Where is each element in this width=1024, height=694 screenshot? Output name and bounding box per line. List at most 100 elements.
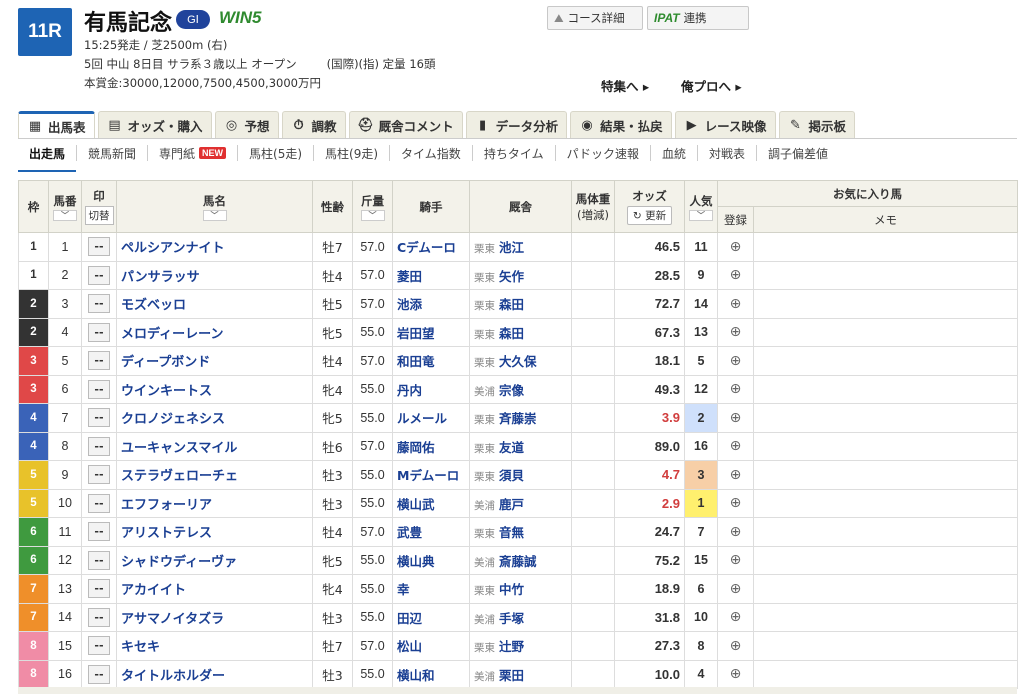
mark-select[interactable]: -- [88, 265, 110, 285]
trainer-link[interactable]: 大久保 [499, 354, 537, 369]
mark-select[interactable]: -- [88, 664, 110, 684]
add-favorite-icon[interactable]: ⊕ [730, 239, 742, 255]
mark-select[interactable]: -- [88, 579, 110, 599]
memo-cell[interactable] [753, 631, 1018, 661]
mark-select[interactable]: -- [88, 607, 110, 627]
mark-select[interactable]: -- [88, 379, 110, 399]
mark-select[interactable]: -- [88, 522, 110, 542]
subtab-best-time[interactable]: 持ちタイム [473, 145, 556, 161]
mark-select[interactable]: -- [88, 294, 110, 314]
trainer-link[interactable]: 辻野 [499, 639, 524, 654]
trainer-link[interactable]: 須貝 [499, 468, 524, 483]
header-pop[interactable]: 人気 ﹀ [684, 180, 718, 233]
memo-cell[interactable] [753, 517, 1018, 547]
memo-cell[interactable] [753, 289, 1018, 319]
mark-select[interactable]: -- [88, 408, 110, 428]
header-weight[interactable]: 斤量 ﹀ [352, 180, 393, 233]
add-favorite-icon[interactable]: ⊕ [730, 552, 742, 568]
memo-cell[interactable] [753, 374, 1018, 404]
subtab-paddock[interactable]: パドック速報 [556, 145, 651, 161]
memo-cell[interactable] [753, 488, 1018, 518]
add-favorite-icon[interactable]: ⊕ [730, 638, 742, 654]
course-detail-button[interactable]: ⛰ コース詳細 [547, 6, 643, 30]
memo-cell[interactable] [753, 403, 1018, 433]
trainer-link[interactable]: 手塚 [499, 611, 524, 626]
horse-name-link[interactable]: シャドウディーヴァ [121, 555, 237, 570]
trainer-link[interactable]: 中竹 [499, 582, 524, 597]
memo-cell[interactable] [753, 317, 1018, 347]
jockey-link[interactable]: 菱田 [397, 269, 422, 284]
trainer-link[interactable]: 斎藤誠 [499, 554, 537, 569]
tab-4[interactable]: ⛑ 厩舎コメント [348, 111, 463, 138]
jockey-link[interactable]: 藤岡佑 [397, 440, 435, 455]
add-favorite-icon[interactable]: ⊕ [730, 609, 742, 625]
subtab-entries[interactable]: 出走馬 [18, 145, 78, 161]
trainer-link[interactable]: 森田 [499, 297, 524, 312]
jockey-link[interactable]: ルメール [397, 411, 447, 426]
horse-name-link[interactable]: パンサラッサ [121, 270, 200, 285]
sort-pop-icon[interactable]: ﹀ [689, 209, 713, 221]
jockey-link[interactable]: 丹内 [397, 383, 422, 398]
ipat-link-button[interactable]: IPAT 連携 [647, 6, 749, 30]
subtab-past5[interactable]: 馬柱(5走) [238, 145, 315, 161]
mark-select[interactable]: -- [88, 322, 110, 342]
tab-8[interactable]: ✎ 掲示板 [778, 111, 856, 138]
horse-name-link[interactable]: ユーキャンスマイル [121, 441, 237, 456]
horse-name-link[interactable]: メロディーレーン [121, 327, 223, 342]
mark-select[interactable]: -- [88, 636, 110, 656]
memo-cell[interactable] [753, 232, 1018, 262]
jockey-link[interactable]: 岩田望 [397, 326, 435, 341]
memo-cell[interactable] [753, 545, 1018, 575]
add-favorite-icon[interactable]: ⊕ [730, 467, 742, 483]
tab-0[interactable]: ▦ 出馬表 [18, 111, 95, 138]
add-favorite-icon[interactable]: ⊕ [730, 524, 742, 540]
trainer-link[interactable]: 森田 [499, 326, 524, 341]
add-favorite-icon[interactable]: ⊕ [730, 438, 742, 454]
mark-select[interactable]: -- [88, 237, 110, 257]
tab-2[interactable]: ◎ 予想 [214, 111, 279, 138]
mark-select[interactable]: -- [88, 493, 110, 513]
subtab-pedigree[interactable]: 血統 [651, 145, 698, 161]
add-favorite-icon[interactable]: ⊕ [730, 666, 742, 682]
trainer-link[interactable]: 栗田 [499, 668, 524, 683]
header-umaban[interactable]: 馬番 ﹀ [48, 180, 82, 233]
trainer-link[interactable]: 友道 [499, 440, 524, 455]
add-favorite-icon[interactable]: ⊕ [730, 353, 742, 369]
jockey-link[interactable]: Cデムーロ [397, 240, 456, 255]
memo-cell[interactable] [753, 346, 1018, 376]
subtab-past9[interactable]: 馬柱(9走) [314, 145, 391, 161]
trainer-link[interactable]: 音無 [499, 525, 524, 540]
special-feature-link[interactable]: 特集へ ▸ [601, 76, 649, 95]
horse-name-link[interactable]: クロノジェネシス [121, 412, 225, 427]
trainer-link[interactable]: 鹿戸 [499, 497, 524, 512]
memo-cell[interactable] [753, 260, 1018, 290]
add-favorite-icon[interactable]: ⊕ [730, 495, 742, 511]
add-favorite-icon[interactable]: ⊕ [730, 324, 742, 340]
tab-7[interactable]: ▶ レース映像 [674, 111, 776, 138]
add-favorite-icon[interactable]: ⊕ [730, 381, 742, 397]
subtab-form-index[interactable]: 調子偏差値 [757, 145, 839, 161]
odds-refresh-button[interactable]: ↻ 更新 [626, 206, 673, 225]
subtab-matchup[interactable]: 対戦表 [698, 145, 757, 161]
mark-select[interactable]: -- [88, 550, 110, 570]
trainer-link[interactable]: 宗像 [499, 383, 524, 398]
tab-3[interactable]: ⏱ 調教 [281, 111, 346, 138]
mark-select[interactable]: -- [88, 465, 110, 485]
memo-cell[interactable] [753, 574, 1018, 604]
tab-6[interactable]: ◉ 結果・払戻 [570, 111, 672, 138]
jockey-link[interactable]: 横山和 [397, 668, 435, 683]
add-favorite-icon[interactable]: ⊕ [730, 267, 742, 283]
horse-name-link[interactable]: モズベッロ [121, 298, 186, 313]
add-favorite-icon[interactable]: ⊕ [730, 296, 742, 312]
sort-umaban-icon[interactable]: ﹀ [53, 209, 77, 221]
horse-name-link[interactable]: ディープボンド [121, 355, 210, 370]
horse-name-link[interactable]: キセキ [121, 640, 160, 655]
subtab-newspaper[interactable]: 競馬新聞 [77, 145, 149, 161]
jockey-link[interactable]: 池添 [397, 297, 422, 312]
mark-select[interactable]: -- [88, 351, 110, 371]
jockey-link[interactable]: 松山 [397, 639, 422, 654]
trainer-link[interactable]: 池江 [499, 240, 524, 255]
jockey-link[interactable]: 武豊 [397, 525, 422, 540]
jockey-link[interactable]: 幸 [397, 582, 410, 597]
mark-toggle-button[interactable]: 切替 [84, 206, 114, 225]
